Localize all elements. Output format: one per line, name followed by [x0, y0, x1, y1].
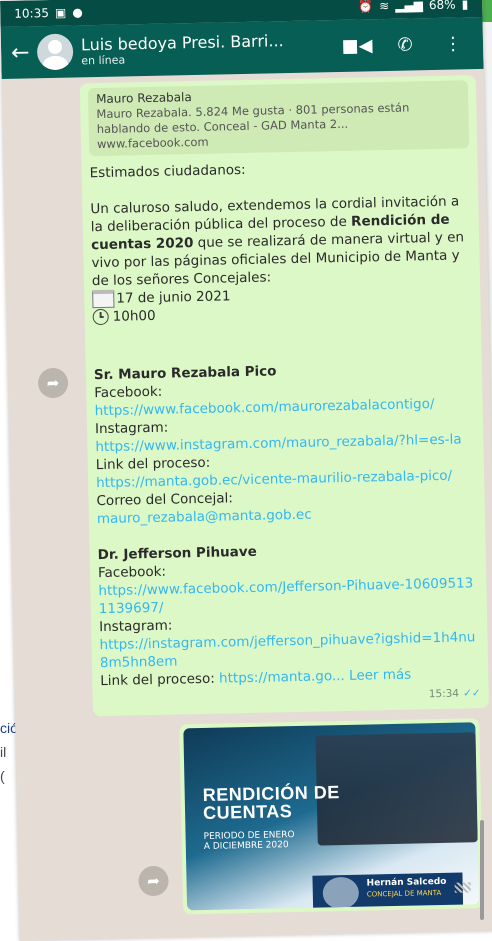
calendar-icon [92, 289, 115, 309]
facebook-notification-icon: ● [72, 5, 83, 20]
battery-icon: ▮ [461, 0, 469, 12]
message-bubble[interactable]: Mauro Rezabala Mauro Rezabala. 5.824 Me … [79, 75, 489, 717]
chat-area: Mauro Rezabala Mauro Rezabala. 5.824 Me … [2, 69, 492, 918]
image-message[interactable]: RENDICIÓN DE CUENTAS PERIODO DE ENERO A … [179, 718, 484, 915]
battery-level: 68% [428, 0, 456, 13]
badge-role: CONCEJAL DE MANTA [366, 889, 442, 899]
message-timestamp: 15:34 [428, 687, 460, 701]
poster-image: RENDICIÓN DE CUENTAS PERIODO DE ENERO A … [183, 722, 480, 911]
alarm-icon: ⏰ [358, 0, 374, 14]
forward-icon[interactable]: ➦ [37, 367, 69, 399]
poster-subtitle: PERIODO DE ENERO A DICIEMBRE 2020 [203, 830, 294, 852]
link-preview[interactable]: Mauro Rezabala Mauro Rezabala. 5.824 Me … [87, 80, 470, 157]
badge-photo [322, 876, 360, 910]
read-more-link[interactable]: Leer más [349, 667, 412, 684]
arrow-left-icon[interactable]: ← [11, 40, 30, 65]
clock-icon [92, 308, 109, 326]
double-check-icon: ✓✓ [462, 687, 481, 700]
scrollbar[interactable] [480, 820, 484, 920]
more-vert-icon[interactable]: ⋮ [433, 33, 473, 55]
poster-name-badge: Hernán Salcedo CONCEJAL DE MANTA [312, 872, 464, 911]
poster-photo-people [315, 732, 478, 846]
event-date-text: 17 de junio 2021 [116, 288, 231, 307]
avatar[interactable] [36, 33, 74, 71]
wifi-icon: ≋ [379, 0, 390, 14]
event-time-text: 10h00 [112, 307, 156, 325]
poster-stripes [454, 882, 471, 893]
signal-icon: ▂▄▆ [395, 0, 424, 13]
phone-icon[interactable]: ✆ [385, 34, 425, 56]
poster-title: RENDICIÓN DE CUENTAS [202, 782, 341, 823]
person2-process-link[interactable]: https://manta.go... [219, 668, 345, 687]
contact-info[interactable]: Luis bedoya Presi. Barri... en línea [81, 30, 330, 67]
forward-icon[interactable]: ➦ [138, 865, 169, 897]
status-time: 10:35 [14, 6, 50, 21]
phone-screen: 10:35 ▣ ● ⏰ ≋ ▂▄▆ 68% ▮ ← Luis bedoya Pr… [0, 0, 492, 941]
poster-subtitle-line: A DICIEMBRE 2020 [203, 840, 289, 852]
person2-name: Dr. Jefferson Pihuave [97, 543, 257, 564]
video-camera-icon[interactable]: ■◀ [337, 35, 377, 57]
person2-process-label: Link del proceso: [100, 670, 215, 690]
message-body: Un caluroso saludo, extendemos la cordia… [90, 192, 472, 290]
gallery-notification-icon: ▣ [54, 5, 67, 20]
person1-name: Sr. Mauro Rezabala Pico [93, 363, 277, 384]
poster-title-line: CUENTAS [202, 801, 293, 823]
